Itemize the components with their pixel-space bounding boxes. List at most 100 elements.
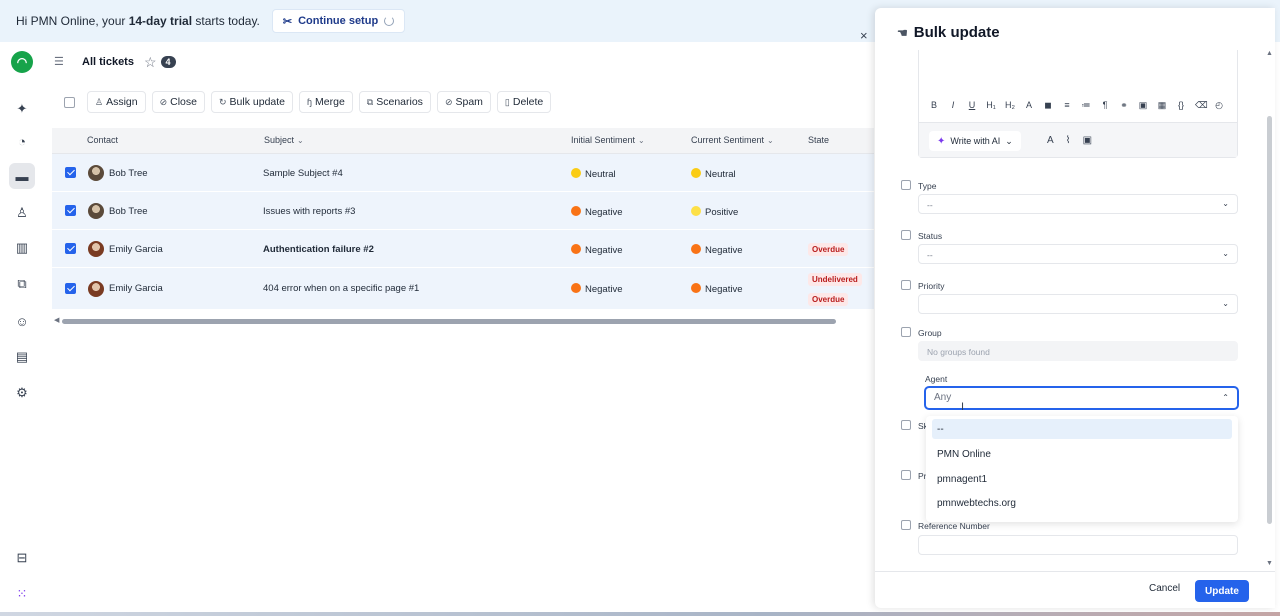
agent-option[interactable]: --	[932, 419, 1232, 439]
close-button[interactable]: ⊘ Close	[151, 91, 205, 113]
update-button[interactable]: Update	[1195, 580, 1249, 602]
ticket-subject[interactable]: 404 error when on a specific page #1	[263, 283, 419, 294]
code-icon[interactable]: {}	[1176, 100, 1186, 111]
font-icon[interactable]: A	[1047, 135, 1054, 146]
refresh-icon: ↻	[219, 96, 227, 107]
canned-response-icon[interactable]: ▣	[1083, 135, 1092, 146]
logo-headset-icon[interactable]: ◠	[11, 51, 33, 73]
star-icon[interactable]: ☆	[144, 54, 157, 71]
scroll-down-icon[interactable]: ▼	[1266, 560, 1273, 567]
knowledge-base-icon[interactable]: ▥	[9, 235, 35, 261]
tickets-icon[interactable]: ▬	[9, 163, 35, 189]
heading2-icon[interactable]: H₂	[1005, 100, 1015, 111]
type-checkbox[interactable]	[901, 180, 911, 190]
status-checkbox[interactable]	[901, 230, 911, 240]
chevron-down-icon: ⌄	[1222, 199, 1229, 208]
column-current-sentiment[interactable]: Current Sentiment ⌄	[691, 135, 774, 145]
underline-icon[interactable]: U	[967, 100, 977, 111]
close-panel-icon[interactable]: ×	[860, 28, 868, 43]
link-icon[interactable]: ⚭	[1119, 100, 1129, 111]
spam-button[interactable]: ⊘ Spam	[436, 91, 491, 113]
apps-grid-icon[interactable]: ⁙	[9, 581, 35, 607]
paragraph-icon[interactable]: ¶	[1100, 100, 1110, 111]
scrollbar-thumb[interactable]	[62, 319, 836, 324]
filter-icon[interactable]: ☰	[54, 55, 68, 69]
status-select[interactable]: -- ⌄	[918, 244, 1238, 264]
contact-name[interactable]: Bob Tree	[109, 206, 148, 217]
ordered-list-icon[interactable]: ≡	[1062, 100, 1072, 111]
attachment-icon[interactable]: ⌇	[1066, 135, 1071, 146]
priority-checkbox[interactable]	[901, 280, 911, 290]
column-subject[interactable]: Subject ⌄	[264, 135, 304, 145]
bold-icon[interactable]: B	[929, 100, 939, 111]
reference-number-checkbox[interactable]	[901, 520, 911, 530]
group-checkbox[interactable]	[901, 327, 911, 337]
rich-text-editor[interactable]: B I U H₁ H₂ A ◼ ≡ ≔ ¶ ⚭ ▣ ▦ {} ⌫ ◴ ✦ Wri…	[918, 50, 1238, 158]
type-select[interactable]: -- ⌄	[918, 194, 1238, 214]
ticket-subject[interactable]: Issues with reports #3	[263, 206, 355, 217]
merge-button[interactable]: ɧ Merge	[299, 91, 353, 113]
text-cursor-icon: I	[961, 401, 965, 413]
reference-number-input[interactable]	[918, 535, 1238, 555]
compass-icon[interactable]: ◔	[9, 128, 35, 154]
agent-option[interactable]: PMN Online	[932, 444, 1232, 464]
table-row[interactable]: Emily Garcia 404 error when on a specifi…	[52, 268, 874, 310]
heading1-icon[interactable]: H₁	[986, 100, 996, 111]
bottom-edge	[0, 612, 1280, 616]
column-state[interactable]: State	[808, 135, 829, 145]
ticket-subject[interactable]: Sample Subject #4	[263, 168, 343, 179]
scroll-left-icon[interactable]: ◀	[54, 316, 59, 324]
ticket-subject[interactable]: Authentication failure #2	[263, 244, 374, 255]
clear-format-icon[interactable]: ⌫	[1195, 100, 1208, 111]
assign-button[interactable]: ♙ Assign	[87, 91, 146, 113]
reports-icon[interactable]: ▤	[9, 344, 35, 370]
table-row[interactable]: Bob Tree Sample Subject #4 Neutral Neutr…	[52, 154, 874, 192]
history-icon[interactable]: ◴	[1214, 100, 1224, 111]
agent-option[interactable]: pmnwebtechs.org	[932, 493, 1232, 513]
table-row[interactable]: Bob Tree Issues with reports #3 Negative…	[52, 192, 874, 230]
contact-name[interactable]: Bob Tree	[109, 168, 148, 179]
bullet-list-icon[interactable]: ≔	[1081, 100, 1091, 111]
text-color-icon[interactable]: A	[1024, 100, 1034, 111]
check-circle-icon: ⊘	[159, 96, 168, 107]
row-checkbox[interactable]	[65, 167, 76, 178]
write-with-ai-button[interactable]: ✦ Write with AI ⌄	[929, 131, 1021, 151]
scenarios-button[interactable]: ⧉ Scenarios	[358, 91, 431, 113]
current-sentiment: Neutral	[691, 168, 736, 180]
settings-icon[interactable]: ⚙	[9, 380, 35, 406]
bulk-update-panel: ☚ Bulk update ▲ ▼ B I U H₁ H₂ A ◼ ≡ ≔ ¶ …	[875, 8, 1275, 608]
table-row[interactable]: Emily Garcia Authentication failure #2 N…	[52, 230, 874, 268]
cancel-button[interactable]: Cancel	[1149, 583, 1180, 594]
column-initial-sentiment[interactable]: Initial Sentiment ⌄	[571, 135, 645, 145]
table-icon[interactable]: ▦	[1157, 100, 1167, 111]
scenarios-icon: ⧉	[366, 96, 374, 107]
continue-setup-button[interactable]: ✂ Continue setup	[271, 9, 406, 33]
row-checkbox[interactable]	[65, 205, 76, 216]
agent-combobox[interactable]: Any ⌃	[924, 386, 1239, 410]
chats-icon[interactable]: ⧉	[9, 271, 35, 297]
bot-icon[interactable]: ☺	[9, 308, 35, 334]
collapse-sidebar-icon[interactable]: ⊟	[9, 545, 35, 571]
bulk-update-button[interactable]: ↻ Bulk update	[211, 91, 294, 113]
image-icon[interactable]: ▣	[1138, 100, 1148, 111]
row-checkbox[interactable]	[65, 283, 76, 294]
skills-checkbox[interactable]	[901, 420, 911, 430]
product-checkbox[interactable]	[901, 470, 911, 480]
current-sentiment: Negative	[691, 283, 743, 295]
column-contact[interactable]: Contact	[87, 135, 118, 145]
agent-option[interactable]: pmnagent1	[932, 469, 1232, 489]
highlight-icon[interactable]: ◼	[1043, 100, 1053, 111]
home-icon[interactable]: ✦	[9, 96, 35, 122]
row-checkbox[interactable]	[65, 243, 76, 254]
contact-name[interactable]: Emily Garcia	[109, 244, 163, 255]
negative-emoji-icon	[571, 283, 581, 293]
vertical-scrollbar-thumb[interactable]	[1267, 116, 1272, 524]
priority-select[interactable]: ⌄	[918, 294, 1238, 314]
select-all-checkbox[interactable]	[64, 96, 75, 108]
scroll-up-icon[interactable]: ▲	[1266, 50, 1273, 57]
contact-name[interactable]: Emily Garcia	[109, 283, 163, 294]
italic-icon[interactable]: I	[948, 100, 958, 111]
delete-button[interactable]: ▯ Delete	[496, 91, 552, 113]
contacts-icon[interactable]: ♙	[9, 200, 35, 226]
horizontal-scrollbar[interactable]: ◀	[52, 316, 874, 326]
